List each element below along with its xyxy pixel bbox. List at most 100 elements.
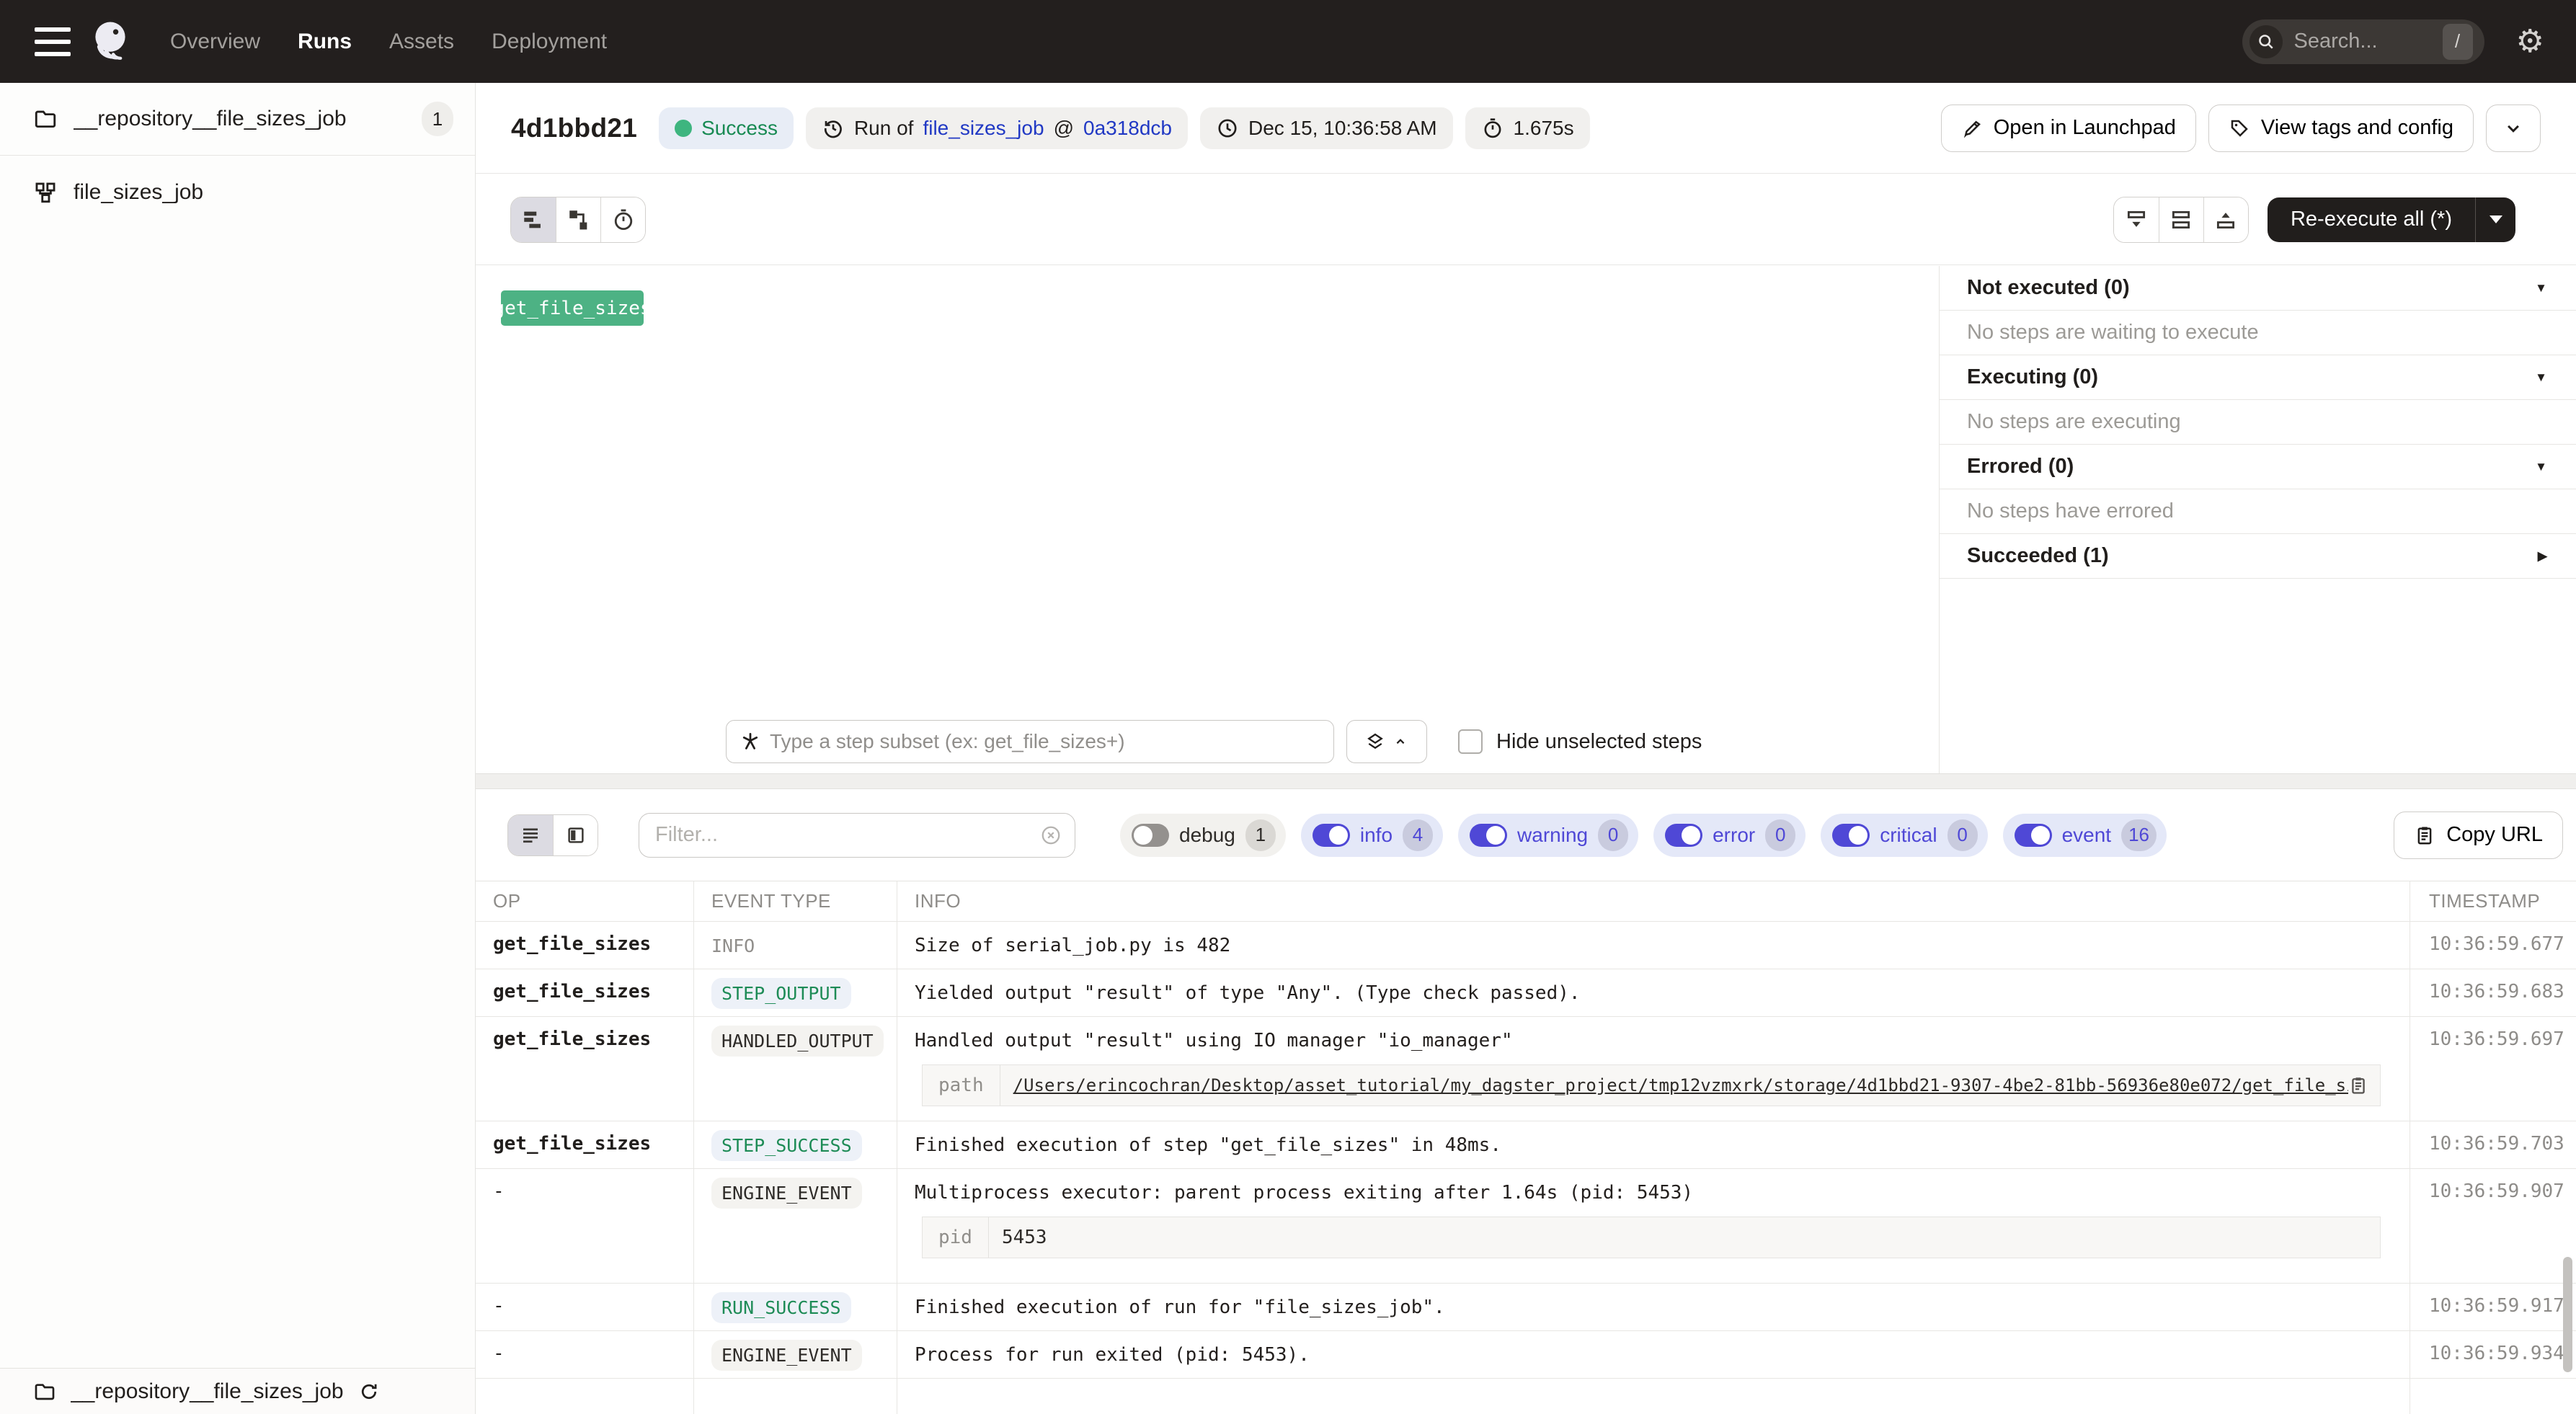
commit-link[interactable]: 0a318dcb [1083, 117, 1172, 140]
reexecute-all-button[interactable]: Re-execute all (*) [2268, 197, 2475, 242]
log-table: OP EVENT TYPE INFO TIMESTAMP get_file_si… [476, 881, 2576, 1414]
reexecute-options-button[interactable] [2475, 197, 2515, 242]
event-type-badge: ENGINE_EVENT [711, 1340, 862, 1371]
header-more-actions-button[interactable] [2486, 105, 2541, 152]
hamburger-menu-icon[interactable] [35, 27, 71, 56]
toggle-icon [1313, 824, 1350, 847]
section-succeeded[interactable]: Succeeded (1) ▶ [1940, 534, 2576, 579]
event-type-badge: RUN_SUCCESS [711, 1292, 851, 1323]
run-toolbar: Re-execute all (*) [476, 174, 2576, 265]
log-timestamp: 10:36:59.683 [2410, 969, 2576, 1016]
chevron-down-icon: ▼ [2535, 370, 2547, 385]
open-in-launchpad-button[interactable]: Open in Launchpad [1941, 105, 2196, 152]
column-header-timestamp: TIMESTAMP [2410, 881, 2576, 921]
op-link[interactable]: get_file_sizes [493, 1028, 651, 1050]
log-scrollbar[interactable] [2563, 1257, 2572, 1372]
section-executing[interactable]: Executing (0) ▼ [1940, 355, 2576, 400]
event-type-badge: INFO [711, 930, 755, 961]
run-header: 4d1bbd21 Success Run of file_sizes_job @… [476, 83, 2576, 174]
chevron-right-icon: ▶ [2538, 549, 2547, 564]
log-structured-view-button[interactable] [553, 815, 598, 855]
flat-graph-view-button[interactable] [556, 197, 600, 242]
global-search[interactable]: / [2242, 19, 2484, 64]
timing-view-button[interactable] [600, 197, 645, 242]
level-toggle-warning[interactable]: warning 0 [1458, 814, 1638, 857]
chevron-up-icon [1393, 734, 1408, 750]
log-table-filler [476, 1379, 2576, 1414]
expand-bottom-panel-button[interactable] [2114, 197, 2159, 242]
refresh-icon[interactable] [358, 1381, 380, 1402]
search-input[interactable] [2294, 30, 2443, 53]
log-header-row: OP EVENT TYPE INFO TIMESTAMP [476, 881, 2576, 922]
caret-down-icon [2490, 215, 2502, 223]
nav-link-assets[interactable]: Assets [389, 30, 454, 54]
log-message: Finished execution of run for "file_size… [915, 1295, 2402, 1320]
gantt-step-get-file-sizes[interactable]: get_file_sizes [501, 290, 644, 326]
level-toggle-debug[interactable]: debug 1 [1120, 814, 1286, 857]
status-badge: Success [659, 107, 794, 149]
job-graph-icon [33, 180, 58, 205]
gear-icon[interactable]: ⚙ [2516, 26, 2544, 58]
sidebar-footer-repository[interactable]: __repository__file_sizes_job [0, 1368, 475, 1414]
sidebar-item-job[interactable]: file_sizes_job [0, 156, 475, 228]
column-header-op: OP [476, 881, 694, 921]
panel-resize-handle[interactable] [476, 773, 2576, 789]
clear-filter-icon[interactable] [1040, 824, 1062, 846]
toggle-icon [2015, 824, 2052, 847]
section-not-executed[interactable]: Not executed (0) ▼ [1940, 266, 2576, 311]
op-link[interactable]: get_file_sizes [493, 981, 651, 1002]
hide-unselected-checkbox[interactable] [1458, 729, 1483, 754]
datetime-badge: Dec 15, 10:36:58 AM [1200, 107, 1453, 149]
chevron-down-icon [2502, 117, 2524, 139]
log-filter-input[interactable] [655, 823, 1040, 847]
duration-badge: 1.675s [1465, 107, 1590, 149]
copy-path-icon[interactable] [2348, 1075, 2368, 1095]
section-errored[interactable]: Errored (0) ▼ [1940, 445, 2576, 489]
level-toggle-info[interactable]: info 4 [1301, 814, 1443, 857]
log-toolbar: debug 1 info 4 warning 0 error 0 critica… [476, 789, 2576, 881]
level-toggle-error[interactable]: error 0 [1653, 814, 1806, 857]
sidebar-item-label: file_sizes_job [74, 180, 203, 205]
sidebar-item-repository[interactable]: __repository__file_sizes_job 1 [0, 83, 475, 156]
nav-link-deployment[interactable]: Deployment [492, 30, 607, 54]
level-toggle-event[interactable]: event 16 [2003, 814, 2167, 857]
log-row: - RUN_SUCCESS Finished execution of run … [476, 1284, 2576, 1331]
log-message: Finished execution of step "get_file_siz… [915, 1133, 2402, 1157]
primary-nav: Overview Runs Assets Deployment [170, 30, 607, 54]
op-selector-icon [740, 731, 761, 752]
view-tags-config-button[interactable]: View tags and config [2208, 105, 2474, 152]
nav-link-overview[interactable]: Overview [170, 30, 260, 54]
level-toggle-critical[interactable]: critical 0 [1821, 814, 1987, 857]
expand-top-panel-button[interactable] [2203, 197, 2248, 242]
log-list-view-button[interactable] [508, 815, 553, 855]
run-of-badge: Run of file_sizes_job @ 0a318dcb [806, 107, 1188, 149]
path-link[interactable]: /Users/erincochran/Desktop/asset_tutoria… [1000, 1075, 2348, 1095]
gantt-view-button[interactable] [511, 197, 556, 242]
split-panels-button[interactable] [2159, 197, 2203, 242]
metadata-value: 5453 [989, 1227, 1060, 1248]
log-message: Size of serial_job.py is 482 [915, 933, 2402, 958]
toggle-icon [1132, 824, 1169, 847]
history-icon [822, 117, 845, 140]
search-icon [2249, 25, 2283, 58]
dagster-logo-icon[interactable] [86, 18, 134, 66]
op-link[interactable]: get_file_sizes [493, 1133, 651, 1155]
step-subset-input[interactable] [770, 730, 1320, 753]
log-panel: debug 1 info 4 warning 0 error 0 critica… [476, 789, 2576, 1414]
log-row: get_file_sizes INFO Size of serial_job.p… [476, 922, 2576, 969]
op-link[interactable]: get_file_sizes [493, 933, 651, 955]
clock-icon [1216, 117, 1239, 140]
job-link[interactable]: file_sizes_job [923, 117, 1044, 140]
log-message: Handled output "result" using IO manager… [915, 1028, 2402, 1053]
event-type-badge: ENGINE_EVENT [711, 1178, 862, 1209]
nav-link-runs[interactable]: Runs [298, 30, 352, 54]
panel-layout-segmented-control [2113, 197, 2249, 243]
metadata-entry: path /Users/erincochran/Desktop/asset_tu… [922, 1064, 2381, 1106]
level-count-badge: 0 [1947, 819, 1978, 851]
log-filter-field[interactable] [639, 813, 1075, 858]
step-subset-field[interactable] [726, 720, 1334, 763]
metadata-entry: pid 5453 [922, 1217, 2381, 1258]
copy-url-button[interactable]: Copy URL [2394, 812, 2563, 859]
graph-query-options-button[interactable] [1346, 720, 1427, 763]
clipboard-icon [2414, 824, 2435, 846]
